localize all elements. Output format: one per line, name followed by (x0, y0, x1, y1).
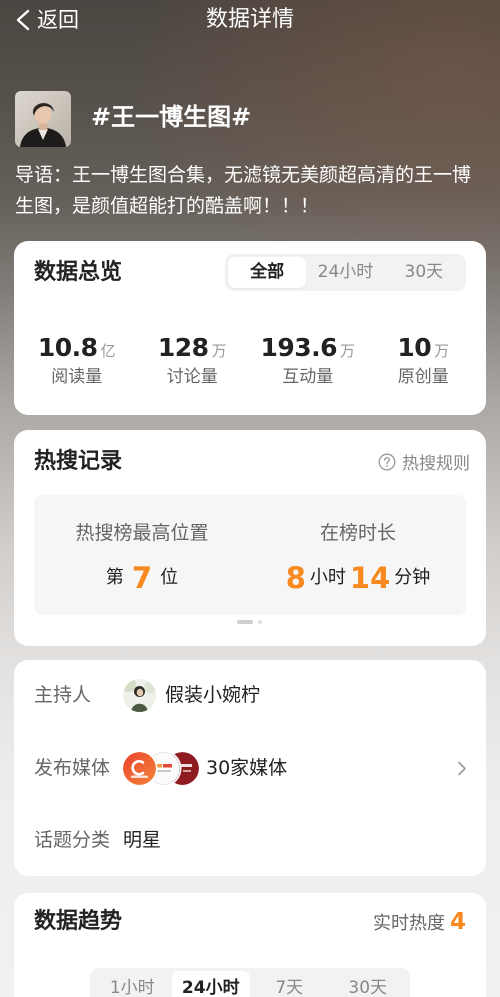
trend-range-tabs: 1小时 24小时 7天 30天 (90, 968, 410, 997)
question-circle-icon (378, 453, 396, 471)
hot-search-title: 热搜记录 (34, 449, 123, 474)
stat-unit: 万 (434, 342, 450, 360)
stat-label: 讨论量 (166, 367, 218, 387)
duration-minutes: 14 (349, 561, 391, 595)
topic-info-card: 主持人 假装小婉柠 发布媒体 30家媒体 话题分类 明星 (14, 660, 486, 876)
hot-search-card: 热搜记录 热搜规则 热搜榜最高位置 第 7 位 在榜时长 8 小时 14 分钟 (14, 430, 486, 646)
rules-label: 热搜规则 (402, 454, 470, 474)
stat-value: 193.6 (260, 333, 338, 362)
stat-unit: 亿 (100, 342, 116, 360)
tab-all[interactable]: 全部 (228, 257, 307, 288)
tab-30d[interactable]: 30天 (329, 971, 408, 997)
peak-position-value: 第 7 位 (34, 559, 250, 597)
duration-hours-unit: 小时 (309, 567, 346, 588)
tab-30d[interactable]: 30天 (385, 257, 463, 288)
host-avatar[interactable] (123, 679, 156, 712)
stat-unit: 万 (340, 342, 356, 360)
category-row: 话题分类 明星 (14, 820, 486, 860)
stat-number: 128 万 (135, 330, 251, 366)
tab-24h[interactable]: 24小时 (171, 971, 250, 997)
stat-unit: 万 (211, 342, 227, 360)
stat-number: 10 万 (366, 330, 482, 366)
page-title: 数据详情 (205, 7, 294, 32)
carousel-indicator-dot (258, 620, 262, 624)
tab-24h[interactable]: 24小时 (306, 257, 384, 288)
overview-card: 数据总览 全部 24小时 30天 10.8 亿 阅读量 128 万 讨论量 193.… (14, 241, 486, 415)
media-logos (123, 752, 199, 785)
overview-title: 数据总览 (34, 260, 123, 285)
duration-hours: 8 (285, 561, 306, 595)
media-count: 30家媒体 (206, 757, 288, 779)
tab-1h[interactable]: 1小时 (93, 971, 172, 997)
stat-number: 193.6 万 (250, 330, 366, 366)
realtime-heat-value: 4 (449, 909, 466, 935)
peak-rank: 7 (131, 561, 153, 595)
trend-title: 数据趋势 (34, 909, 123, 934)
duration-value: 8 小时 14 分钟 (250, 559, 466, 597)
realtime-heat-label: 实时热度 (372, 913, 445, 934)
chevron-left-icon (14, 9, 32, 31)
duration-minutes-unit: 分钟 (394, 567, 431, 588)
topic-intro: 导语：王一博生图合集，无滤镜无美颜超高清的王一博生图，是颜值超能打的酷盖啊！！！ (15, 164, 472, 217)
hot-search-summary: 热搜榜最高位置 第 7 位 在榜时长 8 小时 14 分钟 (34, 495, 466, 615)
nav-bar: 返回 数据详情 (0, 0, 500, 42)
category-value: 明星 (123, 829, 162, 851)
stat-value: 10.8 (37, 333, 98, 362)
peak-position-label: 热搜榜最高位置 (75, 522, 209, 544)
realtime-heat: 实时热度 4 (373, 906, 466, 938)
overview-stats: 10.8 亿 阅读量 128 万 讨论量 193.6 万 互动量 10 万 原创量 (19, 330, 481, 388)
host-label: 主持人 (34, 684, 92, 706)
topic-title: #王一博生图# (91, 103, 252, 131)
chevron-right-icon (457, 761, 467, 776)
carousel-indicator-active (237, 620, 253, 624)
peak-suffix: 位 (160, 567, 179, 588)
tab-7d[interactable]: 7天 (250, 971, 329, 997)
trend-card: 数据趋势 实时热度 4 1小时 24小时 7天 30天 (14, 893, 486, 997)
stat-number: 10.8 亿 (19, 330, 135, 366)
media-label: 发布媒体 (34, 757, 111, 779)
on-list-duration: 在榜时长 8 小时 14 分钟 (250, 495, 466, 615)
hot-search-rules-link[interactable]: 热搜规则 (378, 446, 470, 477)
stat-label: 阅读量 (51, 367, 103, 387)
media-row[interactable]: 发布媒体 30家媒体 (14, 748, 486, 788)
stat-interactions: 193.6 万 互动量 (250, 330, 366, 388)
back-label: 返回 (37, 8, 79, 32)
stat-discussions: 128 万 讨论量 (135, 330, 251, 388)
back-button[interactable]: 返回 (14, 3, 79, 37)
stat-originals: 10 万 原创量 (366, 330, 482, 388)
overview-range-tabs: 全部 24小时 30天 (225, 254, 466, 291)
category-label: 话题分类 (34, 829, 111, 851)
media-logo (123, 752, 156, 785)
carousel-indicator (237, 620, 262, 624)
peak-prefix: 第 (105, 567, 124, 588)
host-row: 主持人 假装小婉柠 (14, 675, 486, 715)
stat-value: 128 (157, 333, 209, 362)
stat-reads: 10.8 亿 阅读量 (19, 330, 135, 388)
host-name[interactable]: 假装小婉柠 (165, 675, 260, 715)
stat-label: 互动量 (282, 367, 334, 387)
peak-position: 热搜榜最高位置 第 7 位 (34, 495, 250, 615)
stat-label: 原创量 (397, 367, 449, 387)
topic-avatar (15, 91, 71, 147)
duration-label: 在榜时长 (319, 522, 396, 544)
stat-value: 10 (397, 333, 432, 362)
